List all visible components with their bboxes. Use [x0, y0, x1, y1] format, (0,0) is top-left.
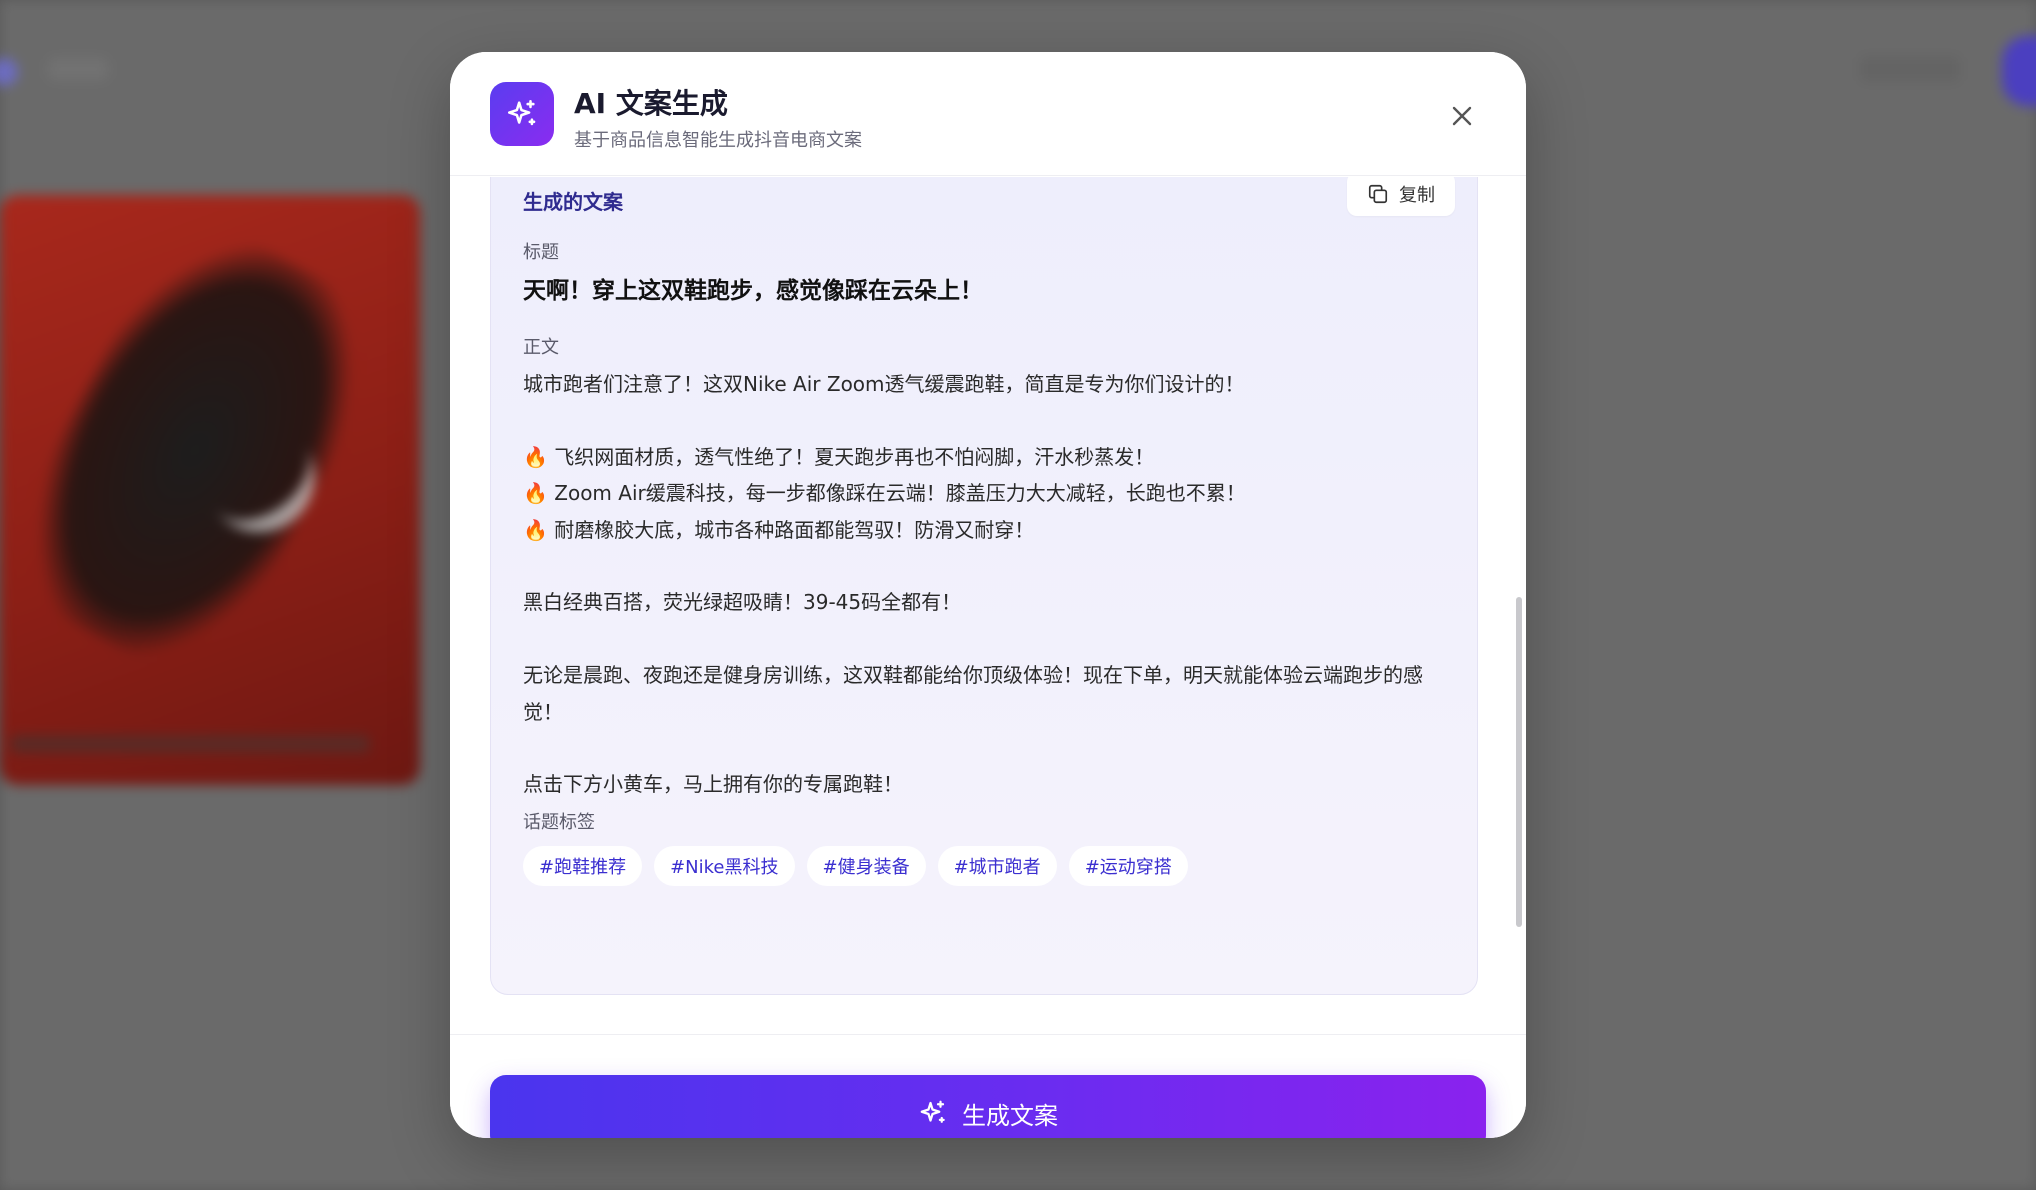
generated-title: 天啊！穿上这双鞋跑步，感觉像踩在云朵上！ [523, 278, 983, 304]
sparkles-icon [490, 82, 554, 146]
title-label: 标题 [523, 242, 559, 263]
generated-copy-heading: 生成的文案 [523, 190, 623, 214]
ai-copywriting-dialog: AI 文案生成 基于商品信息智能生成抖音电商文案 生成的文案 复制 标题 天啊！… [450, 52, 1526, 1138]
generate-button-label: 生成文案 [962, 1101, 1058, 1130]
close-icon [1452, 106, 1472, 126]
generated-copy-card: 生成的文案 复制 标题 天啊！穿上这双鞋跑步，感觉像踩在云朵上！ 正文 城市跑者… [490, 177, 1478, 995]
sparkles-icon [920, 1100, 945, 1123]
dialog-title: AI 文案生成 [574, 87, 728, 120]
copy-button-label: 复制 [1399, 185, 1435, 206]
tag-chip[interactable]: #运动穿搭 [1068, 846, 1188, 886]
dialog-header: AI 文案生成 基于商品信息智能生成抖音电商文案 [450, 52, 1526, 176]
generate-copy-button[interactable]: 生成文案 [490, 1075, 1486, 1138]
tags-label: 话题标签 [523, 812, 595, 833]
copy-button[interactable]: 复制 [1347, 177, 1455, 216]
background-nav-text [48, 58, 108, 80]
dialog-subtitle: 基于商品信息智能生成抖音电商文案 [574, 130, 862, 151]
scrollbar-thumb[interactable] [1516, 597, 1522, 927]
background-header-text [1860, 56, 1960, 82]
body-label: 正文 [523, 337, 559, 358]
background-header-button [2002, 36, 2036, 106]
tag-chip[interactable]: #Nike黑科技 [654, 846, 795, 886]
tag-chip[interactable]: #城市跑者 [937, 846, 1057, 886]
copy-icon [1368, 184, 1388, 204]
close-button[interactable] [1442, 96, 1482, 136]
generated-body: 城市跑者们注意了！这双Nike Air Zoom透气缓震跑鞋，简直是专为你们设计… [523, 372, 1423, 797]
background-product-caption [10, 735, 370, 753]
tag-list: #跑鞋推荐 #Nike黑科技 #健身装备 #城市跑者 #运动穿搭 [523, 846, 1188, 886]
tag-chip[interactable]: #健身装备 [806, 846, 926, 886]
tag-chip[interactable]: #跑鞋推荐 [523, 846, 643, 886]
dialog-footer: 生成文案 [450, 1034, 1526, 1138]
background-logo [0, 58, 18, 86]
dialog-body[interactable]: 生成的文案 复制 标题 天啊！穿上这双鞋跑步，感觉像踩在云朵上！ 正文 城市跑者… [450, 177, 1526, 1034]
